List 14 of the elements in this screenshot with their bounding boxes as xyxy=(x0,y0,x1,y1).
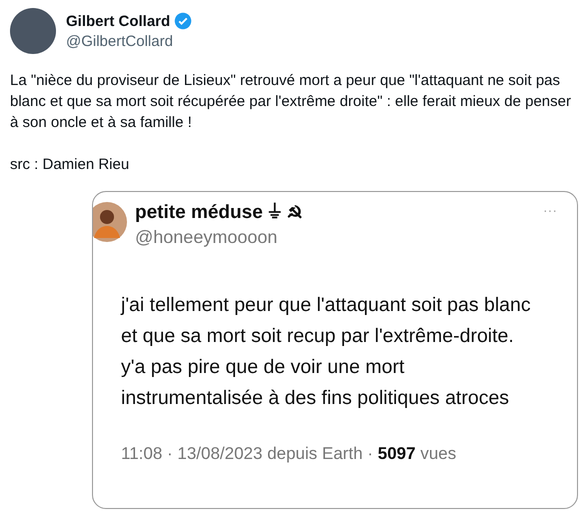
author-handle[interactable]: @GilbertCollard xyxy=(66,33,192,50)
more-options: ··· xyxy=(543,202,557,218)
embedded-tweet-line: instrumentalisée à des fins politiques atroces xyxy=(121,386,510,411)
tweet-text: La "nièce du proviseur de Lisieux" retrouvé mort a peur que "l'attaquant ne soit pas blanc et que sa mort soit récupérée par l'extrême droite" : elle ferait mieux de penser à son oncle et à sa famille ! xyxy=(10,71,572,133)
embedded-tweet-line: y'a pas pire que de voir une mort xyxy=(121,355,406,380)
embedded-tweet-line: et que sa mort soit recup par l'extrême-droite. xyxy=(121,324,515,349)
embedded-author-handle: @honeeymoooon xyxy=(135,227,278,248)
source-text: src : Damien Rieu xyxy=(10,155,130,175)
avatar[interactable] xyxy=(10,8,56,54)
embedded-tweet-line: j'ai tellement peur que l'attaquant soit pas blanc xyxy=(121,293,532,318)
embedded-tweet-meta: 11:08 · 13/08/2023 depuis Earth · 5097 vues xyxy=(121,444,458,464)
avatar xyxy=(93,202,127,242)
embedded-author-name: petite méduse ⏚ ☭ xyxy=(135,202,302,224)
author-name[interactable]: Gilbert Collard xyxy=(66,12,170,30)
